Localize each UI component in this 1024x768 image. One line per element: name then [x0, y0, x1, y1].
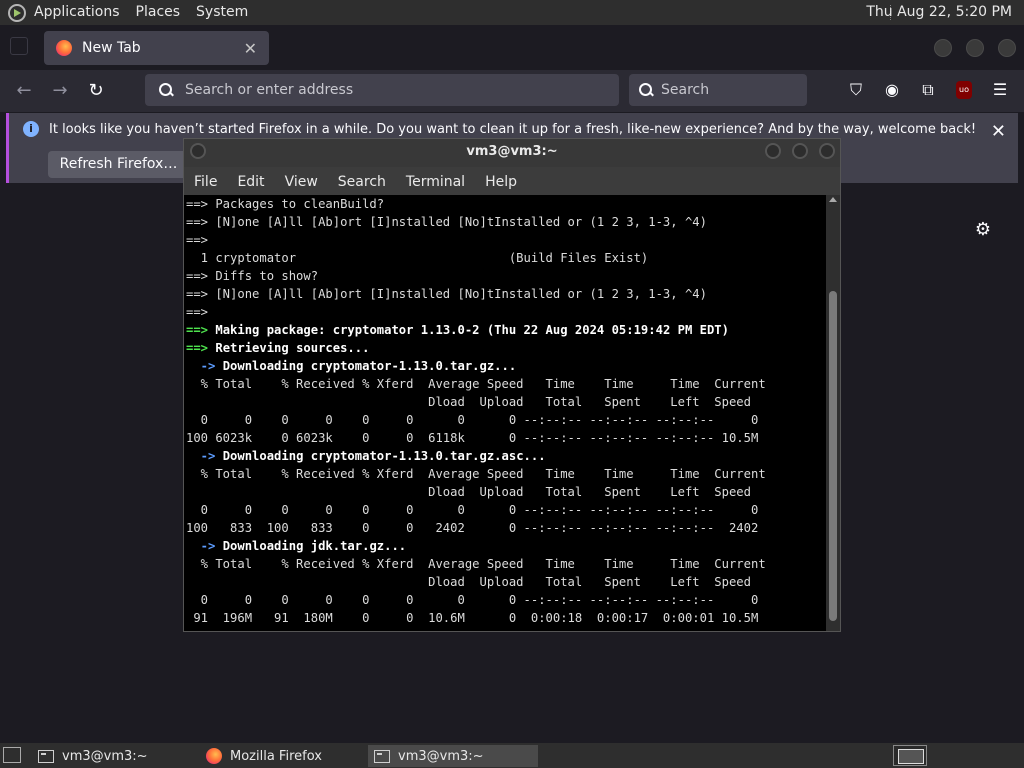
menu-help[interactable]: Help	[475, 169, 527, 195]
terminal-line: 91 196M 91 180M 0 0 10.6M 0 0:00:18 0:00…	[186, 611, 759, 625]
terminal-scrollbar[interactable]	[826, 195, 840, 631]
terminal-output[interactable]: ==> Packages to cleanBuild? ==> [N]one [A…	[184, 195, 826, 631]
show-desktop-icon[interactable]	[3, 747, 21, 763]
clock[interactable]: Thu Aug 22, 5:20 PM	[866, 0, 1012, 25]
extensions-icon[interactable]: ⧉	[917, 79, 939, 101]
menu-edit[interactable]: Edit	[227, 169, 274, 195]
menu-search[interactable]: Search	[328, 169, 396, 195]
ublock-origin-icon[interactable]: uo	[956, 81, 972, 99]
terminal-icon	[374, 749, 390, 763]
search-icon	[639, 83, 653, 97]
back-arrow-icon[interactable]: ←	[12, 79, 36, 103]
task-label: vm3@vm3:~	[398, 748, 484, 764]
terminal-titlebar[interactable]: vm3@vm3:~	[184, 139, 840, 167]
terminal-line: ==>	[186, 305, 209, 319]
terminal-line: 100 833 100 833 0 0 2402 0 --:--:-- --:-…	[186, 521, 759, 535]
info-icon: i	[23, 121, 39, 137]
terminal-line: % Total % Received % Xferd Average Speed…	[186, 557, 766, 571]
navigation-toolbar: ← → ↻ Search or enter address Search ⛉ ◉…	[0, 70, 1024, 112]
menu-file[interactable]: File	[184, 169, 227, 195]
search-placeholder: Search	[661, 82, 710, 98]
terminal-line: -> Downloading jdk.tar.gz...	[186, 539, 407, 553]
terminal-line: ==> Making package: cryptomator 1.13.0-2…	[186, 323, 729, 337]
menu-terminal[interactable]: Terminal	[396, 169, 475, 195]
tab-new-tab[interactable]: New Tab ✕	[44, 31, 269, 65]
maximize-icon[interactable]	[792, 143, 808, 159]
terminal-line: Dload Upload Total Spent Left Speed	[186, 575, 751, 589]
system-menu[interactable]: System	[188, 0, 256, 25]
address-bar[interactable]: Search or enter address	[145, 74, 619, 106]
terminal-line: -> Downloading cryptomator-1.13.0.tar.gz…	[186, 449, 546, 463]
taskbar-item-firefox[interactable]: Mozilla Firefox	[200, 745, 365, 767]
bottom-taskbar: vm3@vm3:~ Mozilla Firefox vm3@vm3:~	[0, 743, 1024, 768]
minimize-icon[interactable]	[765, 143, 781, 159]
distro-logo-icon[interactable]	[8, 3, 26, 22]
terminal-line: ==> [N]one [A]ll [Ab]ort [I]nstalled [No…	[186, 215, 707, 229]
refresh-firefox-button[interactable]: Refresh Firefox…	[48, 151, 189, 178]
terminal-line: % Total % Received % Xferd Average Speed…	[186, 467, 766, 481]
minimize-icon[interactable]	[934, 39, 952, 57]
forward-arrow-icon[interactable]: →	[48, 79, 72, 103]
places-menu[interactable]: Places	[128, 0, 189, 25]
hamburger-menu-icon[interactable]: ☰	[989, 79, 1011, 101]
terminal-line: Dload Upload Total Spent Left Speed	[186, 485, 751, 499]
terminal-line: 0 0 0 0 0 0 0 0 --:--:-- --:--:-- --:--:…	[186, 503, 759, 517]
terminal-line: ==> [N]one [A]ll [Ab]ort [I]nstalled [No…	[186, 287, 707, 301]
firefox-icon	[206, 748, 222, 764]
terminal-line: -> Downloading cryptomator-1.13.0.tar.gz…	[186, 359, 517, 373]
gear-icon[interactable]: ⚙	[973, 219, 993, 240]
terminal-line: 0 0 0 0 0 0 0 0 --:--:-- --:--:-- --:--:…	[186, 593, 759, 607]
terminal-line: ==> Packages to cleanBuild?	[186, 197, 385, 211]
search-bar[interactable]: Search	[629, 74, 807, 106]
terminal-line: 1 cryptomator (Build Files Exist)	[186, 251, 649, 265]
taskbar-item-terminal-active[interactable]: vm3@vm3:~	[368, 745, 538, 767]
scroll-up-arrow-icon[interactable]	[829, 197, 837, 202]
account-icon[interactable]: ◉	[881, 79, 903, 101]
terminal-title: vm3@vm3:~	[466, 144, 558, 159]
top-panel: Applications Places System Thu Aug 22, 5…	[0, 0, 1024, 25]
notification-message: It looks like you haven’t started Firefo…	[49, 122, 977, 137]
terminal-line: % Total % Received % Xferd Average Speed…	[186, 377, 766, 391]
firefox-icon	[56, 40, 72, 56]
task-label: vm3@vm3:~	[62, 748, 148, 764]
maximize-icon[interactable]	[966, 39, 984, 57]
terminal-line: Dload Upload Total Spent Left Speed	[186, 395, 751, 409]
window-menu-icon[interactable]	[190, 143, 206, 159]
task-label: Mozilla Firefox	[230, 748, 322, 764]
tab-bar: New Tab ✕	[0, 25, 1024, 70]
menu-view[interactable]: View	[275, 169, 328, 195]
close-window-icon[interactable]	[819, 143, 835, 159]
terminal-window: vm3@vm3:~ File Edit View Search Terminal…	[183, 138, 841, 632]
firefox-view-icon[interactable]	[10, 37, 28, 55]
tab-close-icon[interactable]: ✕	[244, 39, 257, 58]
tab-label: New Tab	[82, 40, 141, 56]
terminal-line: 100 6023k 0 6023k 0 0 6118k 0 --:--:-- -…	[186, 431, 759, 445]
address-placeholder: Search or enter address	[185, 82, 354, 98]
notification-close-icon[interactable]: ✕	[991, 121, 1006, 142]
terminal-icon	[38, 749, 54, 763]
search-icon	[159, 83, 173, 97]
taskbar-item-terminal[interactable]: vm3@vm3:~	[32, 745, 192, 767]
applications-menu[interactable]: Applications	[26, 0, 128, 25]
terminal-line: ==> Diffs to show?	[186, 269, 319, 283]
scrollbar-thumb[interactable]	[829, 291, 837, 621]
pocket-icon[interactable]: ⛉	[845, 79, 867, 101]
terminal-line: ==> Retrieving sources...	[186, 341, 370, 355]
workspace-switcher[interactable]	[893, 745, 927, 766]
reload-icon[interactable]: ↻	[84, 79, 108, 103]
close-window-icon[interactable]	[998, 39, 1016, 57]
terminal-line: 0 0 0 0 0 0 0 0 --:--:-- --:--:-- --:--:…	[186, 413, 759, 427]
terminal-line: ==>	[186, 233, 209, 247]
terminal-menubar: File Edit View Search Terminal Help	[184, 169, 840, 195]
